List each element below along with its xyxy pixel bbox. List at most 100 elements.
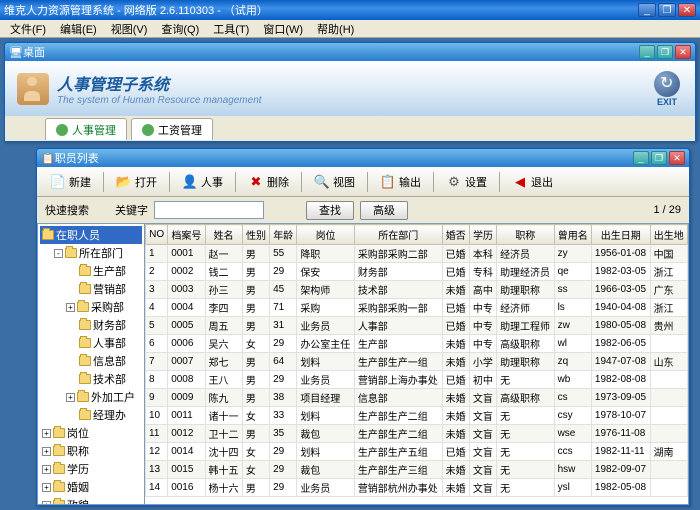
tree-node[interactable]: +岗位 xyxy=(40,424,142,442)
cell: 男 xyxy=(242,353,269,371)
cell: 浙江 xyxy=(650,263,687,281)
panel-max-button[interactable]: ❐ xyxy=(657,45,673,59)
col-header[interactable]: 出生地 xyxy=(650,225,687,245)
table-row[interactable]: 70007郑七男64划料生产部生产一组未婚小学助理职称zq1947-07-08山… xyxy=(146,353,688,371)
tree-node[interactable]: 财务部 xyxy=(40,316,142,334)
table-row[interactable]: 30003孙三男45架构师技术部未婚高中助理职称ss1966-03-05广东 xyxy=(146,281,688,299)
expand-icon[interactable]: + xyxy=(42,483,51,492)
col-header[interactable]: 年龄 xyxy=(270,225,297,245)
expand-icon[interactable]: + xyxy=(66,303,75,312)
table-row[interactable]: 80008王八男29业务员营销部上海办事处已婚初中无wb1982-08-08 xyxy=(146,371,688,389)
tree-node[interactable]: +职称 xyxy=(40,442,142,460)
export-button[interactable]: 📋输出 xyxy=(373,170,428,194)
col-header[interactable]: 婚否 xyxy=(442,225,469,245)
table-row[interactable]: 130015韩十五女29裁包生产部生产三组未婚文盲无hsw1982-09-07 xyxy=(146,461,688,479)
cell: 卫十二 xyxy=(205,425,242,443)
col-header[interactable]: 学历 xyxy=(469,225,496,245)
cell: 1982-03-05 xyxy=(591,263,650,281)
col-header[interactable]: 性别 xyxy=(242,225,269,245)
new-button[interactable]: 📄新建 xyxy=(43,170,98,194)
maximize-button[interactable]: ❐ xyxy=(658,3,676,17)
exit-button[interactable]: ◀退出 xyxy=(505,170,560,194)
open-button[interactable]: 📂打开 xyxy=(109,170,164,194)
keyword-input[interactable] xyxy=(154,201,264,219)
table-row[interactable]: 120014沈十四女29划料生产部生产五组已婚文盲无ccs1982-11-11湖… xyxy=(146,443,688,461)
tree-node[interactable]: 技术部 xyxy=(40,370,142,388)
cell: 信息部 xyxy=(354,389,442,407)
menu-item[interactable]: 工具(T) xyxy=(207,20,255,38)
sub-max-button[interactable]: ❐ xyxy=(651,151,667,165)
expand-icon[interactable]: + xyxy=(42,501,51,506)
tree-node[interactable]: -所在部门 xyxy=(40,244,142,262)
table-row[interactable]: 100011诸十一女33划料生产部生产二组未婚文盲无csy1978-10-07 xyxy=(146,407,688,425)
col-header[interactable]: 岗位 xyxy=(297,225,355,245)
hr-icon: 👤 xyxy=(182,174,198,190)
tree-node[interactable]: +婚姻 xyxy=(40,478,142,496)
cell: 2 xyxy=(146,263,168,281)
tab-工资管理[interactable]: 工资管理 xyxy=(131,118,213,140)
cell: 技术部 xyxy=(354,281,442,299)
col-header[interactable]: 姓名 xyxy=(205,225,242,245)
tree-node[interactable]: 人事部 xyxy=(40,334,142,352)
expand-icon[interactable]: - xyxy=(54,249,63,258)
hr-button[interactable]: 👤人事 xyxy=(175,170,230,194)
cell: 裁包 xyxy=(297,425,355,443)
menu-item[interactable]: 文件(F) xyxy=(4,20,52,38)
table-row[interactable]: 50005周五男31业务员人事部已婚中专助理工程师zw1980-05-08贵州 xyxy=(146,317,688,335)
exit-button[interactable]: EXIT xyxy=(654,71,680,107)
find-button[interactable]: 查找 xyxy=(306,201,354,220)
tree-node[interactable]: 营销部 xyxy=(40,280,142,298)
table-row[interactable]: 90009陈九男38项目经理信息部未婚文盲高级职称cs1973-09-05 xyxy=(146,389,688,407)
view-button[interactable]: 🔍视图 xyxy=(307,170,362,194)
col-header[interactable]: 所在部门 xyxy=(354,225,442,245)
tree-root[interactable]: 在职人员 xyxy=(40,226,142,244)
table-row[interactable]: 10001赵一男55降职采购部采购二部已婚本科经济员zy1956-01-08中国 xyxy=(146,245,688,263)
tab-人事管理[interactable]: 人事管理 xyxy=(45,118,127,140)
tree-node[interactable]: +采购部 xyxy=(40,298,142,316)
col-header[interactable]: 职称 xyxy=(497,225,555,245)
table-row[interactable]: 140016杨十六男29业务员营销部杭州办事处未婚文盲无ysl1982-05-0… xyxy=(146,479,688,497)
advanced-button[interactable]: 高级 xyxy=(360,201,408,220)
table-row[interactable]: 20002钱二男29保安财务部已婚专科助理经济员qe1982-03-05浙江 xyxy=(146,263,688,281)
tree-node[interactable]: 信息部 xyxy=(40,352,142,370)
col-header[interactable]: NO xyxy=(146,225,168,245)
expand-icon[interactable]: + xyxy=(66,393,75,402)
cell: 生产部 xyxy=(354,335,442,353)
folder-icon xyxy=(77,302,89,312)
col-header[interactable]: 档案号 xyxy=(168,225,205,245)
table-row[interactable]: 60006吴六女29办公室主任生产部未婚中专高级职称wl1982-06-05 xyxy=(146,335,688,353)
menu-item[interactable]: 视图(V) xyxy=(105,20,154,38)
sub-close-button[interactable]: ✕ xyxy=(669,151,685,165)
menu-item[interactable]: 窗口(W) xyxy=(257,20,309,38)
settings-button[interactable]: ⚙设置 xyxy=(439,170,494,194)
table-row[interactable]: 40004李四男71采购采购部采购一部已婚中专经济师ls1940-04-08浙江 xyxy=(146,299,688,317)
delete-button[interactable]: ✖删除 xyxy=(241,170,296,194)
expand-icon[interactable]: + xyxy=(42,429,51,438)
cell: 浙江 xyxy=(650,299,687,317)
col-header[interactable]: 曾用名 xyxy=(554,225,591,245)
tree-node[interactable]: +外加工户 xyxy=(40,388,142,406)
cell: 采购 xyxy=(297,299,355,317)
expand-icon[interactable]: + xyxy=(42,465,51,474)
cell: ls xyxy=(554,299,591,317)
close-button[interactable]: ✕ xyxy=(678,3,696,17)
tree-node[interactable]: 经理办 xyxy=(40,406,142,424)
minimize-button[interactable]: _ xyxy=(638,3,656,17)
tree-node[interactable]: +政貌 xyxy=(40,496,142,505)
menu-item[interactable]: 查询(Q) xyxy=(155,20,205,38)
tree-node[interactable]: +学历 xyxy=(40,460,142,478)
expand-icon[interactable]: + xyxy=(42,447,51,456)
tree-node[interactable]: 生产部 xyxy=(40,262,142,280)
panel-close-button[interactable]: ✕ xyxy=(675,45,691,59)
nav-tree[interactable]: 在职人员-所在部门生产部营销部+采购部财务部人事部信息部技术部+外加工户经理办+… xyxy=(37,223,145,505)
grid-wrap[interactable]: NO档案号姓名性别年龄岗位所在部门婚否学历职称曾用名出生日期出生地10001赵一… xyxy=(145,223,689,505)
menu-item[interactable]: 帮助(H) xyxy=(311,20,360,38)
col-header[interactable]: 出生日期 xyxy=(591,225,650,245)
cell: 助理职称 xyxy=(497,281,555,299)
table-row[interactable]: 110012卫十二男35裁包生产部生产二组未婚文盲无wse1976-11-08 xyxy=(146,425,688,443)
employee-grid[interactable]: NO档案号姓名性别年龄岗位所在部门婚否学历职称曾用名出生日期出生地10001赵一… xyxy=(145,224,688,497)
menu-item[interactable]: 编辑(E) xyxy=(54,20,103,38)
sub-min-button[interactable]: _ xyxy=(633,151,649,165)
folder-icon xyxy=(53,464,65,474)
panel-min-button[interactable]: _ xyxy=(639,45,655,59)
